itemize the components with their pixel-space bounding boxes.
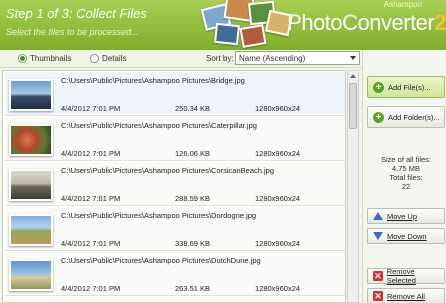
view-details-label: Details: [102, 54, 127, 63]
thumbnail-image: [9, 169, 53, 201]
file-date: 4/4/2012 7:01 PM: [61, 194, 121, 203]
file-dimensions: 1280x960x24: [255, 104, 301, 113]
chevron-down-icon: [350, 56, 356, 60]
radio-unselected-icon: [90, 54, 99, 63]
move-up-label: Move Up: [387, 211, 418, 221]
file-dimensions: 1280x960x24: [255, 194, 301, 203]
scroll-thumb[interactable]: [349, 83, 357, 129]
view-details-radio[interactable]: Details: [90, 54, 126, 63]
x-icon: ✕: [373, 271, 383, 281]
file-date: 4/4/2012 7:01 PM: [61, 104, 121, 113]
radio-selected-icon: [18, 54, 27, 63]
add-files-button[interactable]: + Add File(s)...: [367, 76, 445, 98]
view-toolbar: Thumbnails Details Sort by: Name (Ascend…: [0, 50, 362, 68]
remove-selected-button[interactable]: ✕ Remove Selected: [367, 267, 445, 285]
arrow-down-icon: [373, 232, 383, 240]
file-size: 288.59 KB: [175, 194, 211, 203]
x-icon: ✕: [373, 291, 383, 301]
move-down-button[interactable]: Move Down: [367, 228, 445, 244]
file-dimensions: 1280x960x24: [255, 239, 301, 248]
brand-version: 2: [434, 10, 446, 35]
add-files-label: Add File(s)...: [388, 82, 431, 92]
file-date: 4/4/2012 7:01 PM: [61, 284, 121, 293]
file-dimensions: 1280x960x24: [255, 149, 301, 158]
total-value: 22: [401, 182, 411, 191]
file-size: 250.34 KB: [175, 104, 211, 113]
photo-collage-image: [195, 0, 295, 50]
list-scrollbar[interactable]: [347, 70, 359, 303]
sort-dropdown[interactable]: Name (Ascending): [235, 51, 360, 65]
file-path: C:\Users\Public\Pictures\Ashampoo Pictur…: [61, 121, 257, 130]
file-size: 338.69 KB: [175, 239, 211, 248]
brand-company: Ashampoo: [383, 0, 422, 9]
remove-all-label: Remove All: [387, 291, 425, 301]
add-folder-button[interactable]: + Add Folder(s)...: [367, 106, 445, 128]
plus-circle-icon: +: [373, 81, 384, 93]
file-path: C:\Users\Public\Pictures\Ashampoo Pictur…: [61, 76, 245, 85]
arrow-up-icon: [373, 212, 383, 220]
plus-circle-icon: +: [373, 111, 384, 123]
add-folder-label: Add Folder(s)...: [388, 112, 440, 122]
file-path: C:\Users\Public\Pictures\Ashampoo Pictur…: [61, 166, 275, 175]
file-size: 263.51 KB: [175, 284, 211, 293]
file-stats: Size of all files: 4.75 MB Total files: …: [367, 155, 445, 191]
file-size: 126.06 KB: [175, 149, 211, 158]
file-date: 4/4/2012 7:01 PM: [61, 239, 121, 248]
thumbnail-image: [9, 79, 53, 111]
list-item[interactable]: C:\Users\Public\Pictures\Ashampoo Pictur…: [5, 207, 345, 251]
thumbnail-image: [9, 124, 53, 156]
file-path: C:\Users\Public\Pictures\Ashampoo Pictur…: [61, 256, 261, 265]
scroll-up-icon[interactable]: [350, 74, 356, 78]
total-label: Total files:: [389, 173, 423, 182]
file-path: C:\Users\Public\Pictures\Ashampoo Pictur…: [61, 211, 257, 220]
sort-label: Sort by:: [206, 54, 234, 63]
list-item[interactable]: C:\Users\Public\Pictures\Ashampoo Pictur…: [5, 252, 345, 296]
view-thumbnails-label: Thumbnails: [30, 54, 72, 63]
thumbnail-image: [9, 214, 53, 246]
list-item[interactable]: C:\Users\Public\Pictures\Ashampoo Pictur…: [5, 117, 345, 161]
move-down-label: Move Down: [387, 231, 427, 241]
step-subtitle: Select the files to be processed...: [6, 27, 139, 37]
brand-name: PhotoConverter: [287, 10, 435, 35]
file-list: C:\Users\Public\Pictures\Ashampoo Pictur…: [2, 70, 346, 303]
brand-logo: PhotoConverter2: [287, 10, 446, 36]
move-up-button[interactable]: Move Up: [367, 208, 445, 224]
size-label: Size of all files:: [380, 155, 432, 164]
file-dimensions: 1280x960x24: [255, 284, 301, 293]
thumbnail-image: [9, 259, 53, 291]
size-value: 4.75 MB: [392, 164, 420, 173]
remove-selected-label: Remove Selected: [386, 267, 416, 285]
header-banner: Step 1 of 3: Collect Files Select the fi…: [0, 0, 446, 50]
list-item[interactable]: C:\Users\Public\Pictures\Ashampoo Pictur…: [5, 72, 345, 116]
file-date: 4/4/2012 7:01 PM: [61, 149, 121, 158]
list-item[interactable]: C:\Users\Public\Pictures\Ashampoo Pictur…: [5, 162, 345, 206]
remove-all-button[interactable]: ✕ Remove All: [367, 288, 445, 303]
step-title: Step 1 of 3: Collect Files: [6, 6, 147, 21]
action-panel: + Add File(s)... + Add Folder(s)... Size…: [362, 50, 446, 303]
sort-value: Name (Ascending): [239, 54, 306, 63]
view-thumbnails-radio[interactable]: Thumbnails: [18, 54, 71, 63]
